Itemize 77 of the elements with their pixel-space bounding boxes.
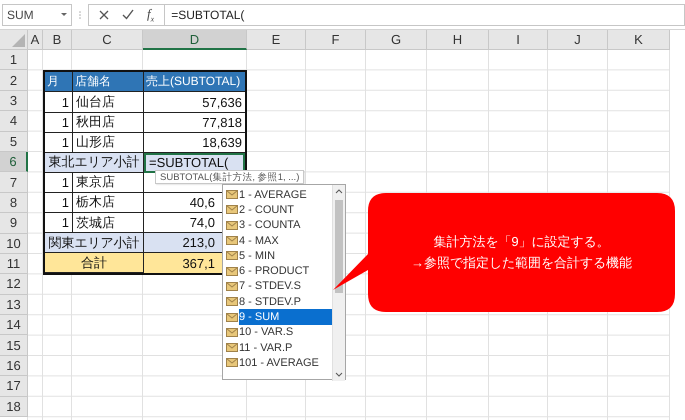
column-header[interactable]: G: [366, 30, 427, 50]
column-header[interactable]: F: [306, 30, 366, 50]
row-header[interactable]: 7: [0, 172, 28, 193]
function-icon: [226, 328, 238, 337]
table-cell: 関東エリア小計: [45, 233, 144, 254]
table-cell: 1: [45, 192, 73, 214]
function-icon: [226, 236, 238, 246]
formula-field[interactable]: =SUBTOTAL(: [164, 4, 685, 26]
table-cell: 1: [45, 213, 73, 234]
function-icon: [226, 266, 238, 276]
row-header[interactable]: 15: [0, 335, 28, 356]
function-icon: [226, 312, 238, 322]
row-header[interactable]: 11: [0, 254, 28, 274]
check-icon[interactable]: [122, 9, 134, 20]
row-header[interactable]: 18: [0, 396, 28, 418]
column-header[interactable]: E: [247, 30, 306, 50]
row-header[interactable]: 4: [0, 111, 28, 132]
column-header[interactable]: K: [608, 30, 670, 50]
name-box[interactable]: SUM: [2, 4, 72, 26]
table-cell: 秋田店: [73, 112, 144, 133]
table-header-cell: 売上(SUBTOTAL): [144, 72, 245, 92]
table-cell: 1: [45, 92, 73, 113]
table-cell: 合計: [45, 253, 144, 274]
dropdown-caret-icon[interactable]: [61, 13, 67, 16]
row-header[interactable]: 1: [0, 50, 28, 70]
table-cell: 1: [45, 112, 73, 133]
scrollbar[interactable]: [332, 185, 345, 381]
column-header[interactable]: B: [43, 30, 72, 50]
table-cell: 仙台店: [73, 92, 144, 113]
column-header[interactable]: C: [72, 30, 143, 50]
autocomplete-item[interactable]: 8 - STDEV.P: [239, 294, 332, 310]
row-header[interactable]: 5: [0, 132, 28, 152]
row-header[interactable]: 8: [0, 192, 28, 214]
function-icon: [226, 251, 238, 260]
row-header[interactable]: 13: [0, 294, 28, 316]
autocomplete-item[interactable]: 11 - VAR.P: [239, 340, 332, 356]
autocomplete-item[interactable]: 101 - AVERAGE: [239, 355, 332, 371]
function-icon: [226, 358, 238, 368]
table-cell: 77,818: [144, 112, 245, 133]
function-icon: [226, 343, 238, 352]
column-header[interactable]: A: [28, 30, 43, 50]
column-header[interactable]: J: [548, 30, 608, 50]
column-header[interactable]: H: [427, 30, 489, 50]
callout-text: →参照で指定した範囲を合計する機能: [411, 254, 632, 272]
table-cell: 栃木店: [73, 192, 144, 214]
insert-function-button[interactable]: f$_{x}$: [147, 6, 154, 24]
table-cell: 茨城店: [73, 213, 144, 234]
row-header[interactable]: 12: [0, 274, 28, 295]
table-header-cell: 店舗名: [73, 72, 144, 92]
table-cell: 東京店: [73, 172, 144, 193]
table-cell: 18,639: [144, 132, 245, 153]
function-icon: [226, 297, 238, 306]
cancel-icon[interactable]: [99, 10, 109, 20]
row-header[interactable]: 6: [0, 152, 28, 172]
column-header[interactable]: I: [489, 30, 548, 50]
row-header[interactable]: 3: [0, 90, 28, 112]
row-header[interactable]: 16: [0, 356, 28, 376]
function-icon: [226, 190, 238, 200]
function-icon: [226, 282, 238, 291]
table-header-cell: 月: [45, 72, 73, 92]
function-tooltip: SUBTOTAL(集計方法, 参照1, ...): [155, 170, 304, 184]
row-header[interactable]: 9: [0, 213, 28, 234]
row-header[interactable]: 2: [0, 70, 28, 91]
table-cell: 1: [45, 132, 73, 153]
row-header[interactable]: 17: [0, 376, 28, 397]
autocomplete-item[interactable]: 9 - SUM: [239, 309, 332, 325]
row-header[interactable]: 14: [0, 315, 28, 336]
table-cell: 東北エリア小計: [45, 152, 144, 173]
function-icon: [226, 205, 238, 214]
column-header[interactable]: D: [143, 30, 247, 50]
row-header[interactable]: 10: [0, 234, 28, 254]
table-cell: 山形店: [73, 132, 144, 153]
table-cell: 1: [45, 172, 73, 193]
autocomplete-item[interactable]: 7 - STDEV.S: [239, 278, 332, 294]
callout-text: 集計方法を「9」に設定する。: [433, 233, 610, 251]
autocomplete-item[interactable]: 10 - VAR.S: [239, 324, 332, 340]
function-icon: [226, 220, 238, 230]
